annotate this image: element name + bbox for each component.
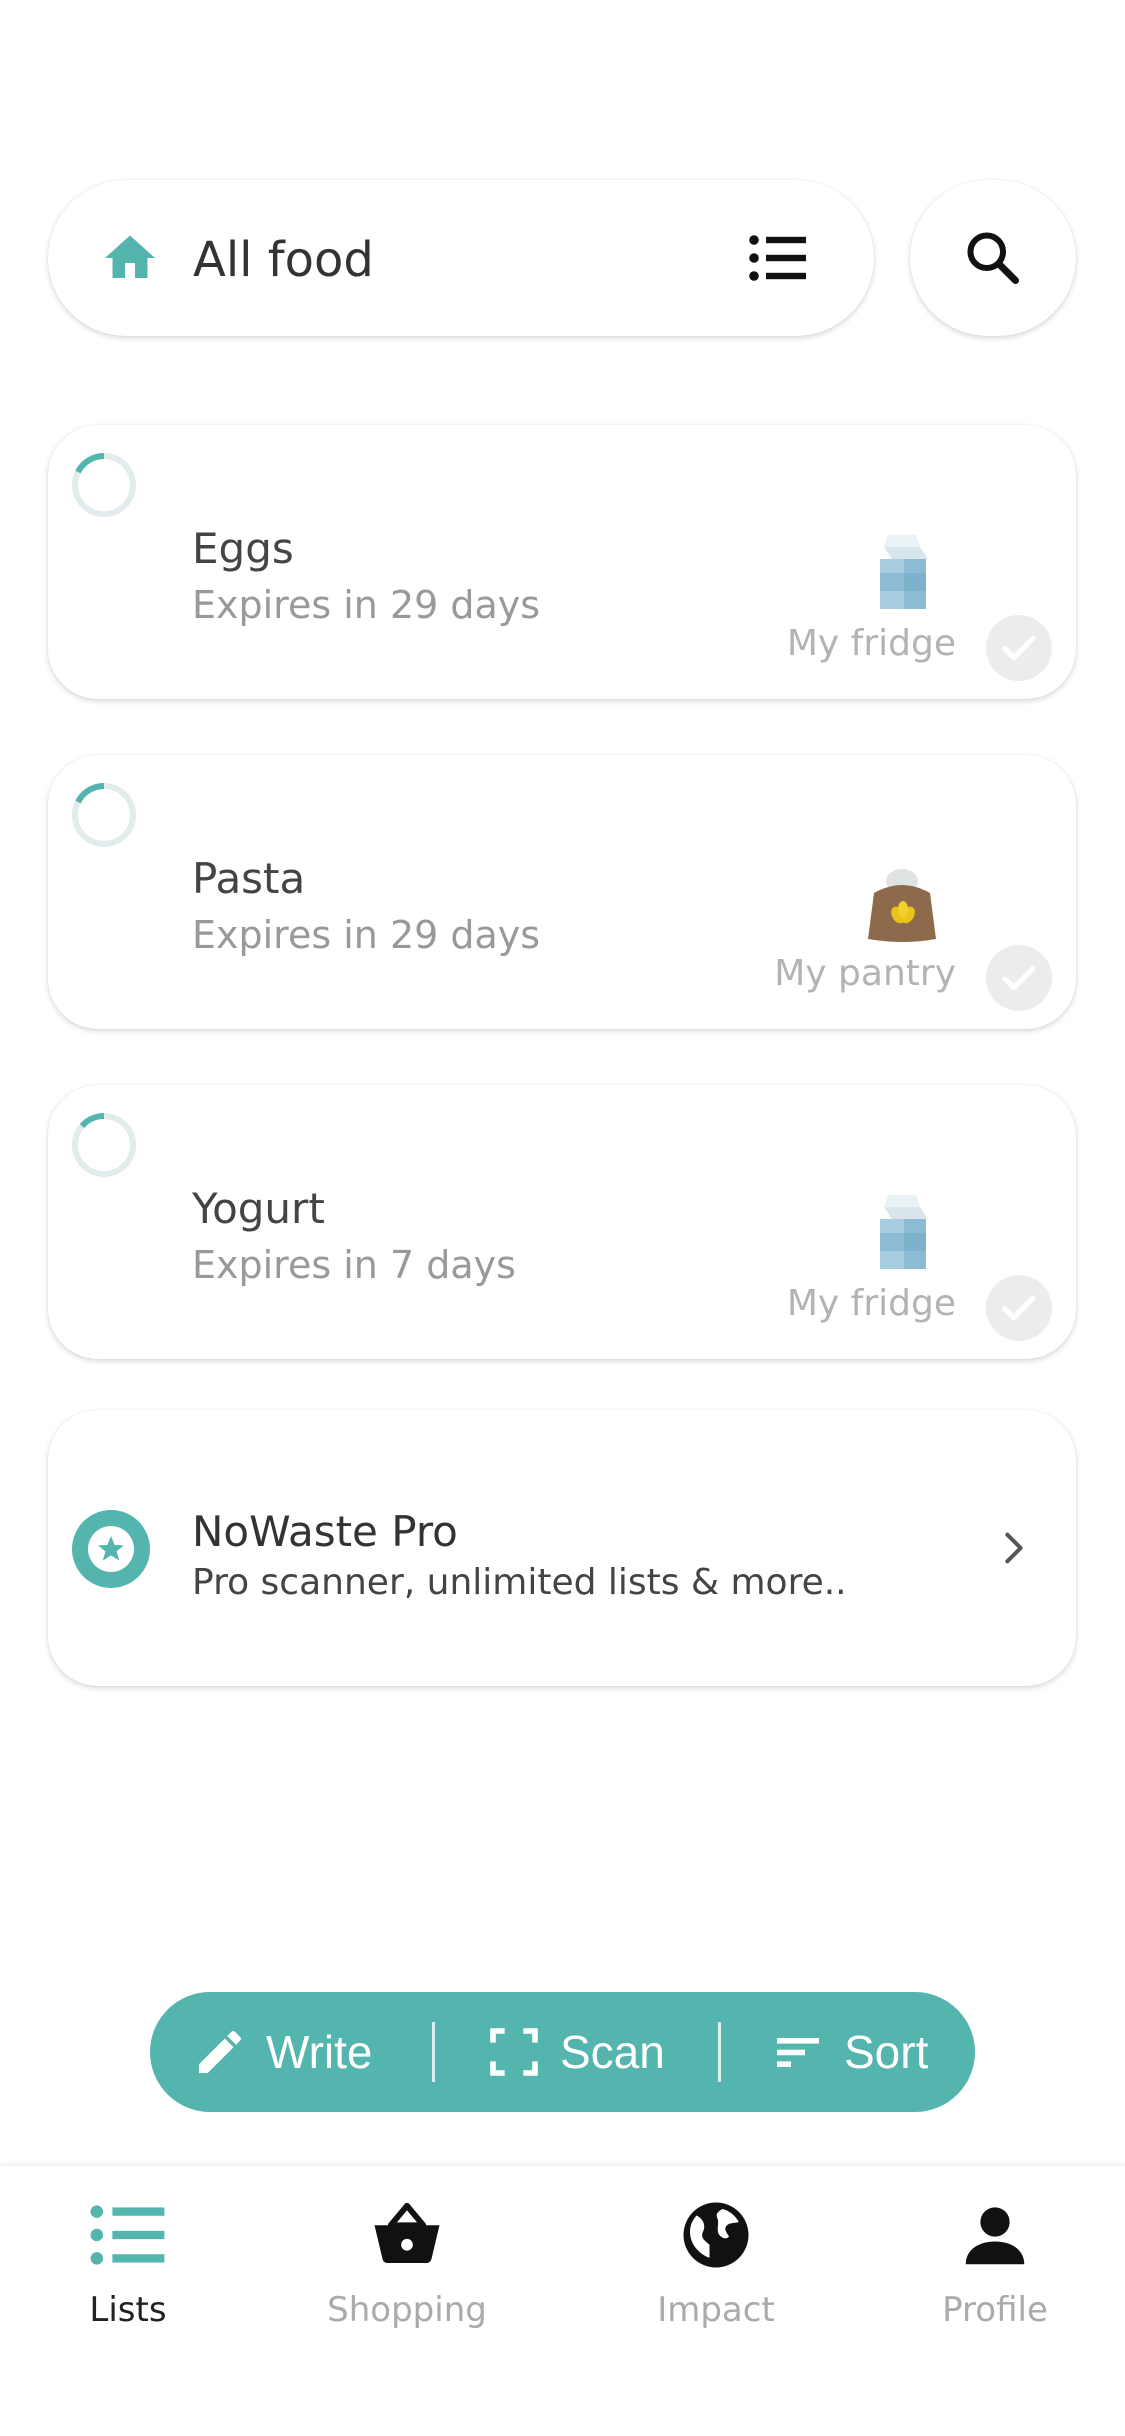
action-bar: Write Scan Sort [150, 1992, 975, 2112]
grain-sack-icon [868, 869, 936, 942]
expiry-progress-ring [72, 1112, 136, 1177]
sort-label: Sort [844, 2026, 929, 2078]
mark-used-button[interactable] [986, 945, 1052, 1011]
item-name: Pasta [192, 854, 306, 903]
item-location: My fridge [786, 623, 956, 664]
item-name: Eggs [192, 524, 294, 573]
expiry-progress-ring [72, 782, 136, 847]
item-expiry: Expires in 7 days [192, 1243, 516, 1287]
list-bullets-icon [90, 2205, 165, 2265]
globe-icon [683, 2202, 749, 2268]
pill-divider [432, 2022, 435, 2082]
sort-button[interactable]: Sort [770, 1992, 928, 2112]
write-label: Write [266, 2026, 373, 2078]
milk-carton-icon [880, 1195, 928, 1269]
list-menu-icon[interactable] [748, 232, 808, 284]
item-expiry: Expires in 29 days [192, 583, 541, 627]
scan-button[interactable]: Scan [486, 1992, 665, 2112]
home-icon [105, 235, 155, 278]
pill-divider [718, 2022, 721, 2082]
scan-frame-icon [490, 2028, 538, 2076]
item-location: My fridge [786, 1283, 956, 1324]
check-icon [1002, 635, 1036, 661]
promo-title: NoWaste Pro [192, 1507, 458, 1556]
list-title: All food [193, 232, 374, 288]
item-location: My pantry [774, 953, 956, 994]
pencil-icon [199, 2030, 241, 2073]
food-item-card[interactable]: Eggs Expires in 29 days My fridge [48, 425, 1076, 699]
nav-lists[interactable]: Lists [28, 2196, 228, 2356]
promo-subtitle: Pro scanner, unlimited lists & more.. [192, 1562, 847, 1603]
write-button[interactable]: Write [192, 1992, 373, 2112]
shopping-basket-icon [374, 2202, 440, 2263]
nav-shopping-label: Shopping [327, 2290, 487, 2330]
scan-label: Scan [560, 2026, 665, 2078]
star-badge-icon [72, 1510, 150, 1588]
milk-carton-icon [880, 535, 928, 609]
check-icon [1002, 965, 1036, 991]
nav-profile-label: Profile [942, 2290, 1048, 2330]
sort-icon [777, 2038, 819, 2067]
pro-upgrade-card[interactable]: NoWaste Pro Pro scanner, unlimited lists… [48, 1410, 1076, 1686]
list-selector[interactable]: All food [48, 180, 874, 336]
nav-lists-label: Lists [89, 2290, 167, 2330]
search-icon [967, 232, 1019, 284]
nav-shopping[interactable]: Shopping [307, 2196, 507, 2356]
nav-impact[interactable]: Impact [616, 2196, 816, 2356]
chevron-right-icon [1005, 1532, 1023, 1564]
nav-impact-label: Impact [657, 2290, 775, 2330]
person-icon [965, 2207, 1025, 2265]
bottom-navigation: Lists Shopping Impact Profile [0, 2166, 1125, 2436]
item-expiry: Expires in 29 days [192, 913, 541, 957]
mark-used-button[interactable] [986, 615, 1052, 681]
expiry-progress-ring [72, 452, 136, 517]
food-item-card[interactable]: Pasta Expires in 29 days My pantry [48, 755, 1076, 1029]
nav-profile[interactable]: Profile [895, 2196, 1095, 2356]
item-name: Yogurt [192, 1184, 325, 1233]
check-icon [1002, 1295, 1036, 1321]
food-item-card[interactable]: Yogurt Expires in 7 days My fridge [48, 1085, 1076, 1359]
search-button[interactable] [910, 180, 1076, 336]
mark-used-button[interactable] [986, 1275, 1052, 1341]
